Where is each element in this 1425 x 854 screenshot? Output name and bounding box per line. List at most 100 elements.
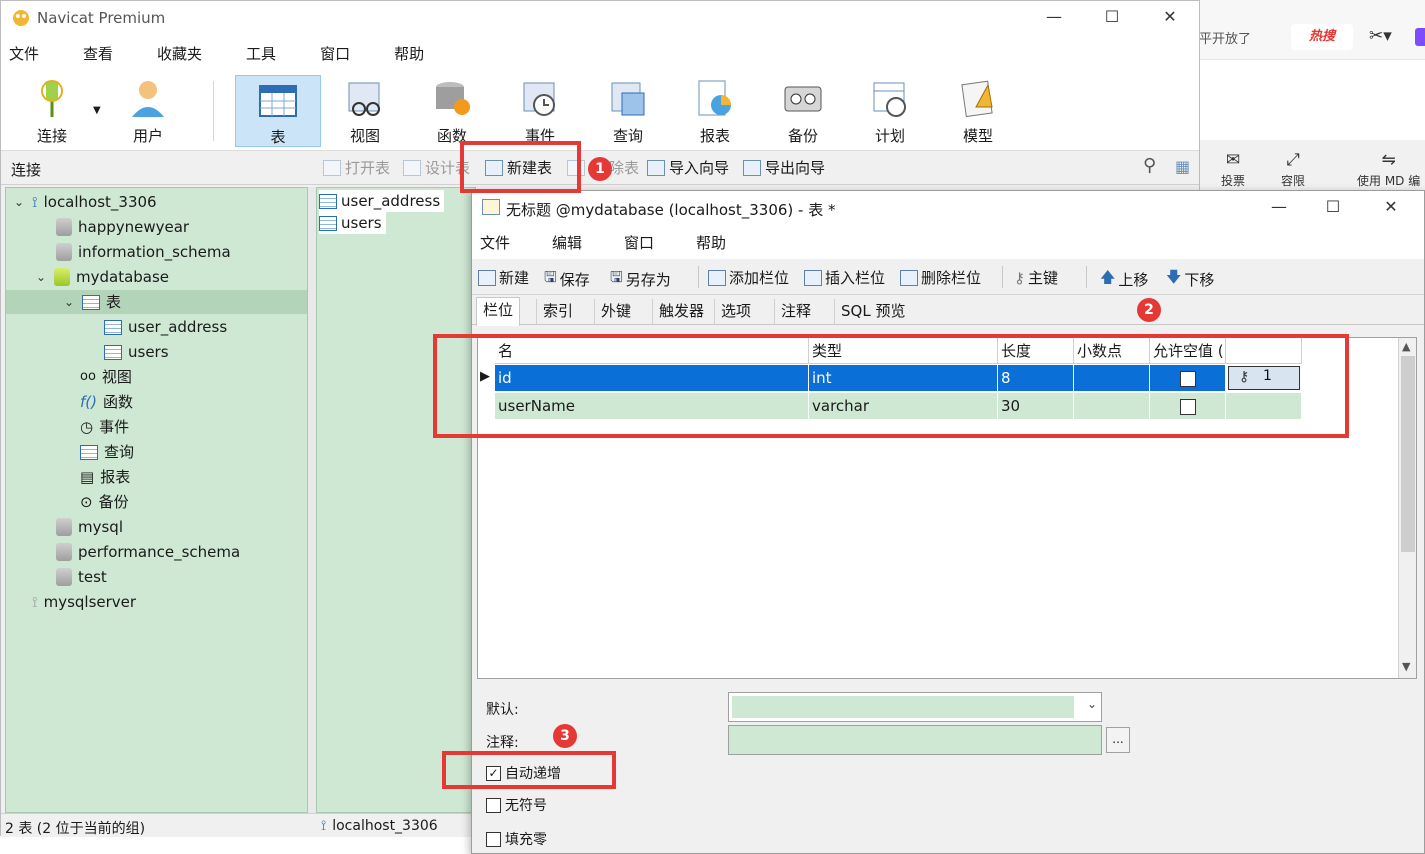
hot-search-badge[interactable]: 热搜 <box>1291 24 1353 50</box>
markdown-button[interactable]: ⇋ 使用 MD 编 <box>1357 150 1420 189</box>
toolbar-table-button[interactable]: 表 <box>235 75 321 147</box>
tree-db-performance-schema[interactable]: performance_schema <box>56 540 240 564</box>
scissors-icon[interactable]: ✂▾ <box>1369 26 1392 46</box>
toolbar-model-button[interactable]: 模型 <box>935 75 1021 147</box>
tab-foreign-keys[interactable]: 外键 <box>594 299 637 325</box>
export-icon <box>743 159 761 176</box>
tree-functions-node[interactable]: f() 函数 <box>80 390 133 414</box>
chevron-down-icon[interactable]: ▼ <box>1402 660 1410 673</box>
chevron-down-icon[interactable]: ⌄ <box>34 265 48 289</box>
tree-db-mydatabase[interactable]: ⌄ mydatabase <box>34 265 169 289</box>
menu-file[interactable]: 文件 <box>9 43 39 64</box>
tree-tables-node[interactable]: ⌄ 表 <box>6 290 307 314</box>
unsigned-checkbox-row[interactable]: 无符号 <box>486 795 547 815</box>
connection-dropdown-icon[interactable]: ▼ <box>93 105 101 116</box>
tree-db-happynewyear[interactable]: happynewyear <box>56 215 189 239</box>
design-save-button[interactable]: 🖫 保存 <box>544 267 590 292</box>
chevron-down-icon[interactable]: ⌄ <box>62 290 76 314</box>
unsigned-checkbox[interactable] <box>486 797 501 813</box>
tree-reports-node[interactable]: ▤ 报表 <box>80 465 130 489</box>
menu-tools[interactable]: 工具 <box>246 43 276 64</box>
design-new-button[interactable]: 新建 <box>478 267 529 288</box>
tree-connection-mysqlserver[interactable]: ⟟ mysqlserver <box>32 590 136 614</box>
primary-key-button[interactable]: ⚷ 主键 <box>1014 267 1058 288</box>
chevron-up-icon[interactable]: ▲ <box>1402 340 1410 353</box>
zerofill-checkbox[interactable] <box>486 831 501 847</box>
toolbar-function-button[interactable]: 函数 <box>409 75 495 147</box>
tree-backups-node[interactable]: ⊙ 备份 <box>80 490 129 514</box>
maximize-button[interactable]: ☐ <box>1089 5 1135 29</box>
object-list-item[interactable]: users <box>319 212 386 234</box>
toolbar-query-button[interactable]: 查询 <box>585 75 671 147</box>
menu-help[interactable]: 帮助 <box>394 43 424 64</box>
tree-table-user-address[interactable]: user_address <box>104 315 227 339</box>
close-button[interactable]: ✕ <box>1147 5 1193 29</box>
tab-indexes[interactable]: 索引 <box>536 299 579 325</box>
toolbar-connection-button[interactable]: 连接 <box>9 75 95 147</box>
swap-icon: ⇋ <box>1381 150 1396 170</box>
design-menu-help[interactable]: 帮助 <box>696 232 726 253</box>
insert-field-button[interactable]: 插入栏位 <box>804 267 885 288</box>
glasses-icon: oo <box>80 369 96 384</box>
tree-db-information-schema[interactable]: information_schema <box>56 240 231 264</box>
tree-views-node[interactable]: oo 视图 <box>80 365 132 389</box>
tab-options[interactable]: 选项 <box>714 299 757 325</box>
comment-expand-button[interactable]: ... <box>1106 727 1130 753</box>
object-list-item[interactable]: user_address <box>319 190 445 212</box>
status-table-count: 2 表 (2 位于当前的组) <box>5 821 146 837</box>
comment-field[interactable] <box>728 725 1102 755</box>
minimize-button[interactable]: — <box>1031 5 1077 29</box>
toolbar-event-button[interactable]: 事件 <box>497 75 583 147</box>
design-minimize-button[interactable]: — <box>1256 195 1302 219</box>
grid-view-icon[interactable]: ▦ <box>1175 157 1190 176</box>
delete-field-button[interactable]: 删除栏位 <box>900 267 981 288</box>
scrollbar-thumb[interactable] <box>1401 356 1415 552</box>
design-menu-window[interactable]: 窗口 <box>624 232 654 253</box>
design-menu-file[interactable]: 文件 <box>480 232 510 253</box>
chevron-down-icon[interactable]: ⌄ <box>12 190 26 214</box>
vote-button[interactable]: ✉ 投票 <box>1221 150 1245 189</box>
default-value-dropdown[interactable]: ⌄ <box>728 692 1102 722</box>
design-menu-edit[interactable]: 编辑 <box>552 232 582 253</box>
design-save-as-button[interactable]: 🖫 另存为 <box>610 267 671 292</box>
default-value-field[interactable] <box>732 696 1074 718</box>
design-close-button[interactable]: ✕ <box>1368 195 1414 219</box>
grid-scrollbar[interactable]: ▲ ▼ <box>1398 338 1416 678</box>
menu-favorites[interactable]: 收藏夹 <box>157 43 202 64</box>
toolbar-backup-button[interactable]: 备份 <box>760 75 846 147</box>
tab-triggers[interactable]: 触发器 <box>652 299 710 325</box>
save-icon: 🖫 <box>544 268 557 286</box>
tree-queries-node[interactable]: 查询 <box>80 440 134 464</box>
add-field-button[interactable]: 添加栏位 <box>708 267 789 288</box>
extension-icon[interactable] <box>1415 28 1425 46</box>
chevron-down-icon[interactable]: ⌄ <box>1087 697 1097 711</box>
toolbar-schedule-button[interactable]: 计划 <box>847 75 933 147</box>
tab-sql-preview[interactable]: SQL 预览 <box>834 299 911 325</box>
user-icon <box>132 81 164 117</box>
toolbar-view-button[interactable]: 视图 <box>322 75 408 147</box>
capacity-button[interactable]: ⤢ 容限 <box>1281 150 1305 189</box>
query-icon <box>80 444 98 460</box>
move-down-button[interactable]: 🡇 下移 <box>1166 267 1214 292</box>
tab-fields[interactable]: 栏位 <box>476 297 521 326</box>
export-wizard-button[interactable]: 导出向导 <box>743 157 825 178</box>
tree-table-users[interactable]: users <box>104 340 169 364</box>
pane-splitter[interactable] <box>308 187 316 813</box>
open-table-icon <box>323 159 341 176</box>
open-table-button[interactable]: 打开表 <box>323 157 390 178</box>
tab-comment[interactable]: 注释 <box>774 299 817 325</box>
toolbar-report-button[interactable]: 报表 <box>672 75 758 147</box>
zerofill-checkbox-row[interactable]: 填充零 <box>486 829 547 849</box>
menu-view[interactable]: 查看 <box>83 43 113 64</box>
import-wizard-button[interactable]: 导入向导 <box>647 157 729 178</box>
tree-db-test[interactable]: test <box>56 565 107 589</box>
tree-db-mysql[interactable]: mysql <box>56 515 123 539</box>
menu-window[interactable]: 窗口 <box>320 43 350 64</box>
toolbar-user-button[interactable]: 用户 <box>105 75 191 147</box>
toolbar-separator <box>1002 266 1003 288</box>
move-up-button[interactable]: 🡅 上移 <box>1100 267 1148 292</box>
design-maximize-button[interactable]: ☐ <box>1310 195 1356 219</box>
tree-connection-localhost[interactable]: ⌄ ⟟ localhost_3306 <box>12 190 157 214</box>
tree-events-node[interactable]: ◷ 事件 <box>80 415 129 439</box>
search-icon[interactable]: ⚲ <box>1143 155 1156 176</box>
